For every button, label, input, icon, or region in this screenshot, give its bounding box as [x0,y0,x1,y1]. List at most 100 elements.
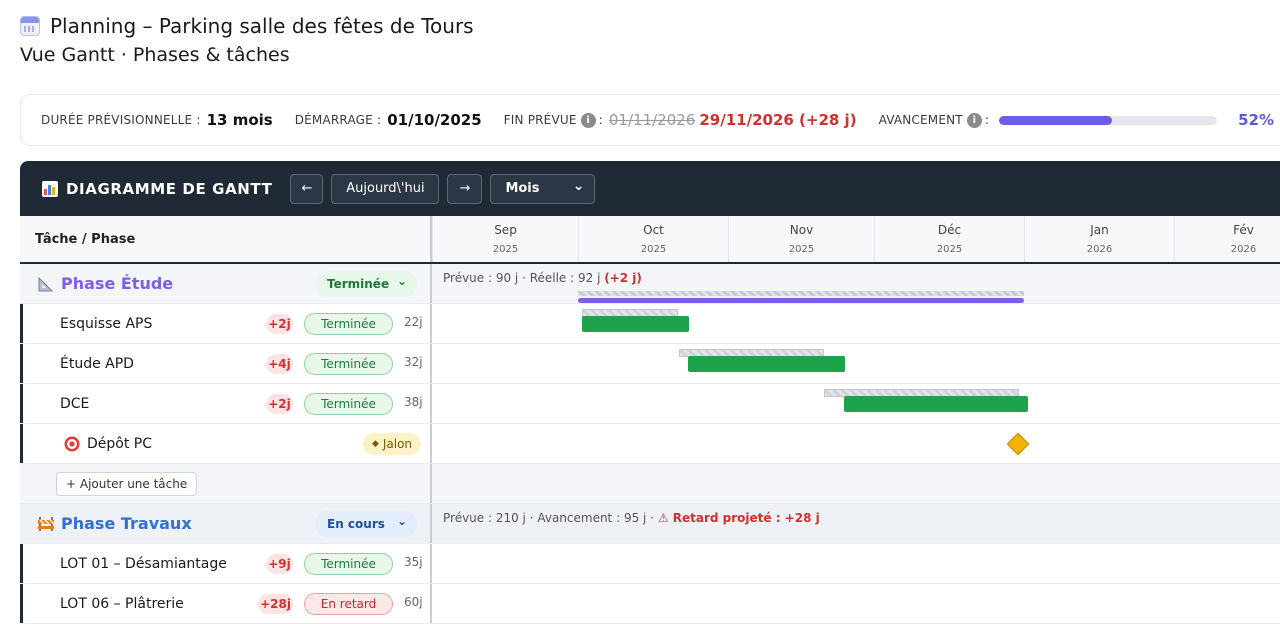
duration-label: DURÉE PRÉVISIONNELLE : [41,113,201,127]
phase-row-etude[interactable]: Phase Étude Terminée ⌄ Prévue : 90 j · R… [20,264,1280,304]
delay-badge: +2j [266,314,293,334]
task-cell: Esquisse APS +2j Terminée 22j [20,304,432,343]
month-label: Déc [937,223,962,237]
task-duration: 22j [404,315,423,329]
task-duration: 60j [404,595,423,609]
progress-label: AVANCEMENT [878,113,963,127]
phase-cell: Phase Étude Terminée ⌄ [20,264,432,303]
gantt-title-text: DIAGRAMME DE GANTT [66,179,273,198]
task-row[interactable]: LOT 06 – Plâtrerie +28j En retard 60j [20,584,1280,624]
task-timeline [434,544,1280,583]
task-column-header: Tâche / Phase [20,216,432,262]
today-button[interactable]: Aujourd\'hui [331,173,440,204]
year-label: 2026 [1230,244,1257,255]
phase-name: Phase Étude [61,274,174,293]
task-name: Étude APD [60,355,134,372]
task-row[interactable]: Esquisse APS +2j Terminée 22j [20,304,1280,344]
status-badge: Terminée [304,393,393,415]
milestone-tag: Jalon [382,437,413,451]
status-badge: En retard [304,593,393,615]
summary-bar: DURÉE PRÉVISIONNELLE : 13 mois DÉMARRAGE… [20,94,1280,146]
milestone-row[interactable]: Dépôt PC ◆ Jalon [20,424,1280,464]
month-dec: Déc 2025 [874,216,1024,262]
month-feb: Fév 2026 [1174,216,1280,262]
month-label: Sep [494,223,517,237]
bar-chart-icon [42,180,58,197]
delay-badge: +2j [266,394,293,414]
add-task-row: + Ajouter une tâche [20,464,1280,504]
phase-row-travaux[interactable]: Phase Travaux En cours ⌄ Prévue : 210 j … [20,504,1280,544]
task-cell: Dépôt PC ◆ Jalon [20,424,432,463]
chevron-down-icon: ⌄ [572,177,585,194]
year-label: 2025 [936,244,963,255]
phase-summary-text: Prévue : 90 j · Réelle : 92 j [443,271,605,285]
gantt-toolbar: DIAGRAMME DE GANTT ← Aujourd\'hui → Mois… [20,161,1280,216]
phase-timeline: Prévue : 90 j · Réelle : 92 j (+2 j) [434,264,1280,303]
month-sep: Sep 2025 [432,216,578,262]
scale-select[interactable]: Mois ⌄ [490,173,596,204]
month-label: Oct [643,223,664,237]
construction-icon [38,516,55,531]
phase-name: Phase Travaux [61,514,192,533]
task-row[interactable]: LOT 01 – Désamiantage +9j Terminée 35j [20,544,1280,584]
end-label: FIN PRÉVUE [503,113,577,127]
status-badge: Terminée [304,553,393,575]
actual-bar[interactable] [688,356,845,372]
page-header: Planning – Parking salle des fêtes de To… [20,12,474,70]
target-icon [64,436,80,451]
task-duration: 38j [404,395,423,409]
phase-planned-bar [578,291,1024,296]
diamond-icon: ◆ [371,439,379,449]
task-timeline [434,424,1280,463]
milestone-badge: ◆ Jalon [363,433,421,455]
start-label: DÉMARRAGE : [294,113,382,127]
task-row[interactable]: Étude APD +4j Terminée 32j [20,344,1280,384]
task-timeline [434,584,1280,623]
task-cell: LOT 01 – Désamiantage +9j Terminée 35j [20,544,432,583]
task-duration: 35j [404,555,423,569]
add-task-button[interactable]: + Ajouter une tâche [56,471,198,496]
next-button[interactable]: → [447,173,483,204]
phase-summary-text: Prévue : 210 j · Avancement : 95 j · [443,511,658,525]
duration-value: 13 mois [206,111,273,129]
phase-status-dropdown[interactable]: Terminée ⌄ [315,271,417,297]
gantt-panel: DIAGRAMME DE GANTT ← Aujourd\'hui → Mois… [20,161,1280,624]
end-date-old: 01/11/2026 [608,111,696,129]
end-info-icon[interactable]: i [580,112,596,128]
milestone-name: Dépôt PC [87,435,153,452]
page-title: Planning – Parking salle des fêtes de To… [50,14,474,38]
phase-delay-warning: ⚠ Retard projeté : +28 j [657,511,820,525]
task-timeline [434,384,1280,423]
year-label: 2025 [492,244,519,255]
end-colon: : [598,113,603,127]
prev-button[interactable]: ← [290,173,324,204]
gantt-rows: Phase Étude Terminée ⌄ Prévue : 90 j · R… [20,264,1280,624]
timeline-header: Tâche / Phase Sep 2025 Oct 2025 Nov 2025… [20,216,1280,264]
progress-info-icon[interactable]: i [966,112,982,128]
phase-status-dropdown[interactable]: En cours ⌄ [315,511,417,537]
delay-badge: +4j [266,354,293,374]
start-value: 01/10/2025 [387,111,482,129]
phase-timeline: Prévue : 210 j · Avancement : 95 j · ⚠ R… [434,504,1280,543]
actual-bar[interactable] [582,316,689,332]
chevron-down-icon: ⌄ [396,274,407,288]
task-row[interactable]: DCE +2j Terminée 38j [20,384,1280,424]
month-nov: Nov 2025 [728,216,874,262]
phase-status-label: Terminée [327,277,390,291]
actual-bar[interactable] [844,396,1028,412]
task-timeline [434,304,1280,343]
month-label: Nov [789,223,814,237]
page-subtitle: Vue Gantt · Phases & tâches [20,44,290,66]
task-cell: DCE +2j Terminée 38j [20,384,432,423]
title-row: Planning – Parking salle des fêtes de To… [20,12,474,40]
scale-select-value: Mois [505,181,540,196]
chevron-down-icon: ⌄ [396,514,407,528]
calendar-icon [20,16,40,36]
month-oct: Oct 2025 [578,216,728,262]
phase-actual-bar[interactable] [578,298,1024,303]
milestone-diamond[interactable] [1006,432,1030,456]
task-cell: Étude APD +4j Terminée 32j [20,344,432,383]
phase-summary: Prévue : 90 j · Réelle : 92 j (+2 j) [443,271,642,285]
progress-bar [999,115,1218,125]
task-cell: LOT 06 – Plâtrerie +28j En retard 60j [20,584,432,623]
